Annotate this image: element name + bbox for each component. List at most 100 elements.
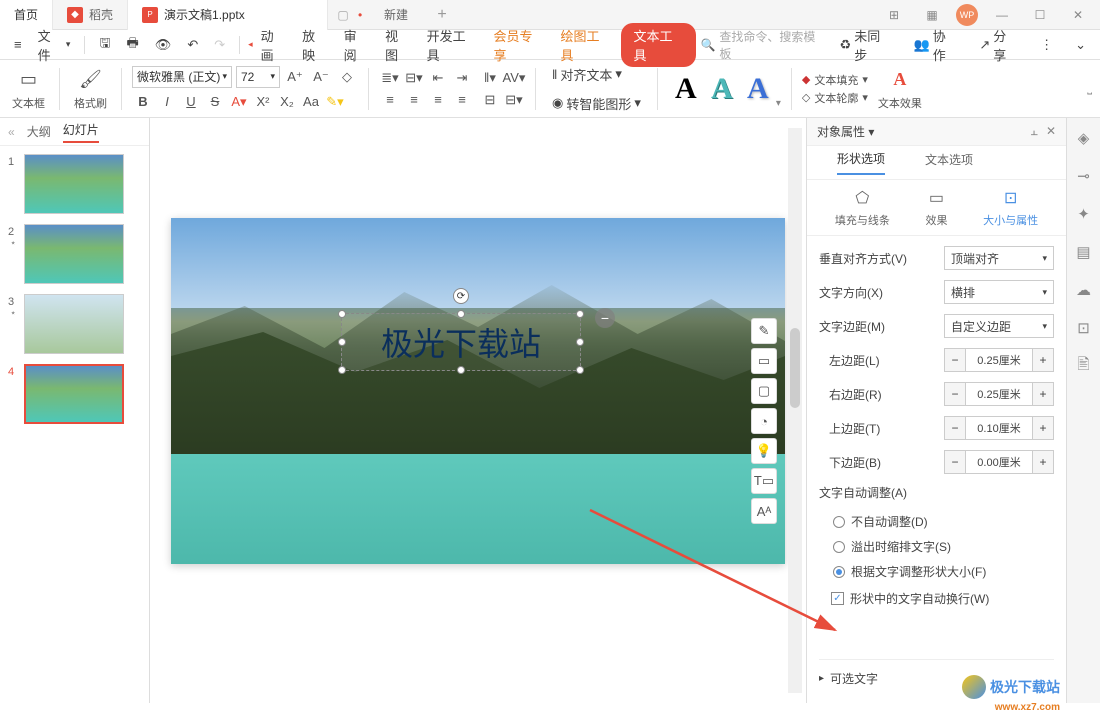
side-cloud-icon[interactable]: ☁ xyxy=(1074,280,1094,300)
increase-button[interactable]: + xyxy=(1032,450,1054,474)
italic-icon[interactable]: I xyxy=(156,92,178,112)
float-pen-icon[interactable]: ✎ xyxy=(751,318,777,344)
indent-left-icon[interactable]: ⇤ xyxy=(427,68,449,88)
expand-icon[interactable]: ⌄ xyxy=(1069,33,1092,57)
print-icon[interactable]: 🖶 xyxy=(121,30,145,60)
redo-icon[interactable]: ↷ xyxy=(208,33,231,57)
side-settings-icon[interactable]: ⊸ xyxy=(1074,166,1094,186)
resize-handle[interactable] xyxy=(457,310,465,318)
font-color-icon[interactable]: A▾ xyxy=(228,92,250,112)
vscroll[interactable] xyxy=(788,128,802,693)
slides-tab[interactable]: 幻灯片 xyxy=(63,121,99,143)
increase-button[interactable]: + xyxy=(1032,416,1054,440)
font-size-select[interactable]: 72▾ xyxy=(236,66,280,88)
char-spacing-icon[interactable]: AV▾ xyxy=(503,68,525,88)
top-margin-spinner[interactable]: − 0.10厘米 + xyxy=(944,416,1054,440)
preview-icon[interactable]: 👁 xyxy=(149,33,178,57)
panel-collapse-icon[interactable]: « xyxy=(8,125,15,139)
decrease-button[interactable]: − xyxy=(944,382,966,406)
slide-thumb-3[interactable]: 3⋆ xyxy=(8,294,141,354)
side-doc-icon[interactable]: 🖹 xyxy=(1074,356,1094,376)
menu-animation[interactable]: 动画 xyxy=(255,22,292,68)
textdir-select[interactable]: 横排▾ xyxy=(944,280,1054,304)
increase-button[interactable]: + xyxy=(1032,382,1054,406)
side-layers-icon[interactable]: ▤ xyxy=(1074,242,1094,262)
search-box[interactable]: 🔍 查找命令、搜索模板 xyxy=(700,28,823,62)
side-star-icon[interactable]: ✦ xyxy=(1074,204,1094,224)
slide-thumb-2[interactable]: 2⋆ xyxy=(8,224,141,284)
align-left-icon[interactable]: ≡ xyxy=(379,90,401,110)
zoom-out-icon[interactable]: − xyxy=(595,308,615,328)
valign-select[interactable]: 顶端对齐▾ xyxy=(944,246,1054,270)
decrease-button[interactable]: − xyxy=(944,450,966,474)
autofit-resize-radio[interactable]: 根据文字调整形状大小(F) xyxy=(819,559,1054,584)
distribute-h-icon[interactable]: ⊟ xyxy=(479,90,501,110)
strikethrough-icon[interactable]: S xyxy=(204,92,226,112)
wordart-more-icon[interactable]: ▾ xyxy=(776,98,781,109)
text-fill-button[interactable]: ◆文本填充 ▾ xyxy=(802,72,868,88)
line-spacing-icon[interactable]: ‖▾ xyxy=(479,68,501,88)
indent-right-icon[interactable]: ⇥ xyxy=(451,68,473,88)
align-center-icon[interactable]: ≡ xyxy=(403,90,425,110)
right-margin-spinner[interactable]: − 0.25厘米 + xyxy=(944,382,1054,406)
resize-handle[interactable] xyxy=(338,338,346,346)
text-outline-button[interactable]: ◇文本轮廓 ▾ xyxy=(802,90,868,106)
increase-font-icon[interactable]: A⁺ xyxy=(284,67,306,87)
bullets-icon[interactable]: ≣▾ xyxy=(379,68,401,88)
slide-canvas[interactable]: ⟳ 极光下载站 − ✎ ▭ ▢ ◔ 💡 T▭ Aᴬ xyxy=(171,218,785,564)
left-margin-spinner[interactable]: − 0.25厘米 + xyxy=(944,348,1054,372)
panel-close-icon[interactable]: ✕ xyxy=(1046,124,1056,139)
underline-icon[interactable]: U xyxy=(180,92,202,112)
align-justify-icon[interactable]: ≡ xyxy=(451,90,473,110)
resize-handle[interactable] xyxy=(576,366,584,374)
smart-graphic-button[interactable]: ◉ 转智能图形 ▾ xyxy=(546,90,647,117)
collab-button[interactable]: 👥 协作 xyxy=(908,22,964,68)
float-crop-icon[interactable]: ▢ xyxy=(751,378,777,404)
menu-devtools[interactable]: 开发工具 xyxy=(421,22,484,68)
menu-slideshow[interactable]: 放映 xyxy=(296,22,333,68)
resize-handle[interactable] xyxy=(338,366,346,374)
float-font-icon[interactable]: Aᴬ xyxy=(751,498,777,524)
hamburger-icon[interactable]: ≡ xyxy=(8,33,28,56)
undo-icon[interactable]: ↶ xyxy=(181,33,204,57)
margin-select[interactable]: 自定义边距▾ xyxy=(944,314,1054,338)
resize-handle[interactable] xyxy=(576,310,584,318)
bold-icon[interactable]: B xyxy=(132,92,154,112)
textbox-tool[interactable]: ▭ 文本框 xyxy=(8,67,49,111)
decrease-button[interactable]: − xyxy=(944,416,966,440)
text-content[interactable]: 极光下载站 xyxy=(381,319,541,365)
distribute-v-icon[interactable]: ⊟▾ xyxy=(503,90,525,110)
numbering-icon[interactable]: ⊟▾ xyxy=(403,68,425,88)
slide-thumb-4[interactable]: 4 xyxy=(8,364,141,424)
menu-member[interactable]: 会员专享 xyxy=(488,22,551,68)
increase-button[interactable]: + xyxy=(1032,348,1054,372)
present-icon[interactable]: ▢ xyxy=(328,8,358,22)
align-right-icon[interactable]: ≡ xyxy=(427,90,449,110)
text-box[interactable]: ⟳ 极光下载站 xyxy=(341,313,581,371)
sync-button[interactable]: ♻ 未同步 xyxy=(834,22,898,68)
superscript-icon[interactable]: X² xyxy=(252,92,274,112)
wordart-style-3[interactable]: A xyxy=(740,69,776,109)
slide-thumb-1[interactable]: 1 xyxy=(8,154,141,214)
file-menu[interactable]: 文件 ▾ xyxy=(32,22,77,68)
decrease-font-icon[interactable]: A⁻ xyxy=(310,67,332,87)
wordart-style-2[interactable]: A xyxy=(704,69,740,109)
autofit-none-radio[interactable]: 不自动调整(D) xyxy=(819,509,1054,534)
save-icon[interactable]: 🖫 xyxy=(93,30,116,60)
autofit-shrink-radio[interactable]: 溢出时缩排文字(S) xyxy=(819,534,1054,559)
more-icon[interactable]: ⋮ xyxy=(1034,33,1059,57)
fill-line-tab[interactable]: ⬠ 填充与线条 xyxy=(835,188,890,228)
rotate-handle[interactable]: ⟳ xyxy=(453,288,469,304)
float-effect-icon[interactable]: ◔ xyxy=(751,408,777,434)
resize-handle[interactable] xyxy=(457,366,465,374)
text-options-tab[interactable]: 文本选项 xyxy=(925,151,973,174)
change-case-icon[interactable]: Aa xyxy=(300,92,322,112)
effect-tab[interactable]: ▭ 效果 xyxy=(925,188,947,228)
resize-handle[interactable] xyxy=(576,338,584,346)
canvas-area[interactable]: ⟳ 极光下载站 − ✎ ▭ ▢ ◔ 💡 T▭ Aᴬ xyxy=(150,118,806,703)
menu-review[interactable]: 审阅 xyxy=(338,22,375,68)
bottom-margin-spinner[interactable]: − 0.00厘米 + xyxy=(944,450,1054,474)
shape-options-tab[interactable]: 形状选项 xyxy=(837,150,885,175)
wordart-style-1[interactable]: A xyxy=(668,69,704,109)
resize-handle[interactable] xyxy=(338,310,346,318)
